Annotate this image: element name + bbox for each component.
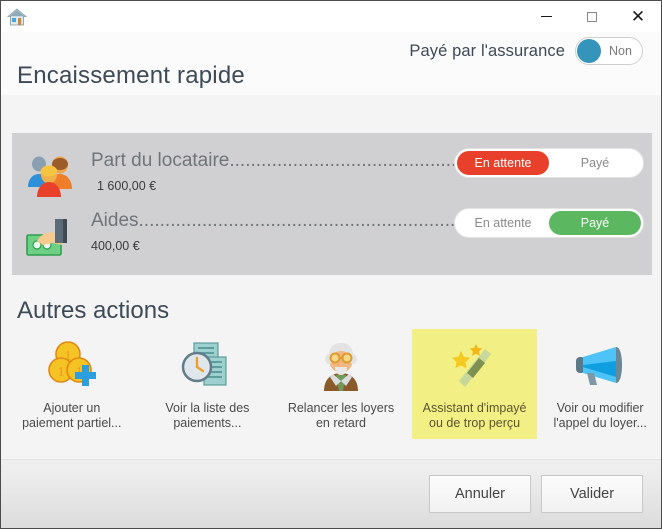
validate-button[interactable]: Valider [541, 475, 643, 513]
action-remind-late-rents[interactable]: Relancer les loyers en retard [278, 329, 404, 439]
dialog-content: Payé par l'assurance Non Encaissement ra… [1, 32, 661, 459]
action-label: Voir ou modifier l'appel du loyer... [553, 401, 647, 430]
action-view-edit-rent-call[interactable]: Voir ou modifier l'appel du loyer... [537, 329, 662, 439]
status-option-paid[interactable]: Payé [549, 151, 641, 175]
close-button[interactable]: ✕ [615, 1, 661, 32]
clock-documents-icon [177, 337, 237, 393]
house-icon [7, 7, 27, 25]
svg-text:1: 1 [57, 365, 64, 380]
status-toggle-group[interactable]: En attente Payé [454, 148, 644, 178]
coins-plus-icon: 1 1 1 [42, 337, 102, 393]
action-unpaid-assistant[interactable]: Assistant d'impayé ou de trop perçu [411, 329, 538, 439]
insurance-toggle[interactable]: Non [575, 37, 643, 65]
window-controls: ✕ [523, 1, 661, 32]
minimize-icon [540, 16, 552, 17]
action-view-payments-list[interactable]: Voir la liste des paiements... [145, 329, 271, 439]
insurance-toggle-row: Payé par l'assurance Non [409, 37, 643, 65]
dialog-window: ✕ Payé par l'assurance Non Encaissement … [0, 0, 662, 529]
actions-row: 1 1 1 Ajouter un paiement partiel... [1, 329, 662, 439]
status-option-pending[interactable]: En attente [457, 151, 549, 175]
action-label: Assistant d'impayé ou de trop perçu [422, 401, 527, 430]
close-icon: ✕ [630, 7, 646, 26]
status-toggle-group[interactable]: En attente Payé [454, 208, 644, 238]
toggle-value-label: Non [609, 44, 632, 58]
maximize-button[interactable] [569, 1, 615, 32]
minimize-button[interactable] [523, 1, 569, 32]
action-label: Ajouter un paiement partiel... [22, 401, 122, 430]
page-title: Encaissement rapide [17, 62, 245, 89]
row-label: Aides...................................… [91, 210, 456, 231]
action-add-partial-payment[interactable]: 1 1 1 Ajouter un paiement partiel... [9, 329, 135, 439]
actions-section-title: Autres actions [17, 297, 170, 324]
elderly-man-icon [311, 337, 371, 393]
row-label: Part du locataire.......................… [91, 150, 456, 171]
magic-wand-icon [445, 337, 505, 393]
cancel-button[interactable]: Annuler [429, 475, 531, 513]
maximize-icon [587, 11, 597, 22]
action-label: Voir la liste des paiements... [165, 401, 250, 430]
row-amount: 400,00 € [91, 239, 140, 253]
status-option-pending[interactable]: En attente [457, 211, 549, 235]
action-label: Relancer les loyers en retard [287, 401, 395, 430]
title-bar: ✕ [1, 1, 661, 32]
hand-money-icon [26, 219, 67, 256]
payments-panel: Part du locataire.......................… [12, 133, 652, 275]
status-option-paid[interactable]: Payé [549, 211, 641, 235]
megaphone-icon [570, 337, 630, 393]
dialog-footer: Annuler Valider [1, 459, 661, 528]
payment-row: Part du locataire.......................… [12, 148, 652, 211]
insurance-label: Payé par l'assurance [409, 41, 565, 60]
toggle-knob [577, 39, 601, 63]
row-amount: 1 600,00 € [97, 179, 157, 193]
family-tenants-icon [28, 156, 72, 197]
payment-row: Aides...................................… [12, 208, 652, 271]
